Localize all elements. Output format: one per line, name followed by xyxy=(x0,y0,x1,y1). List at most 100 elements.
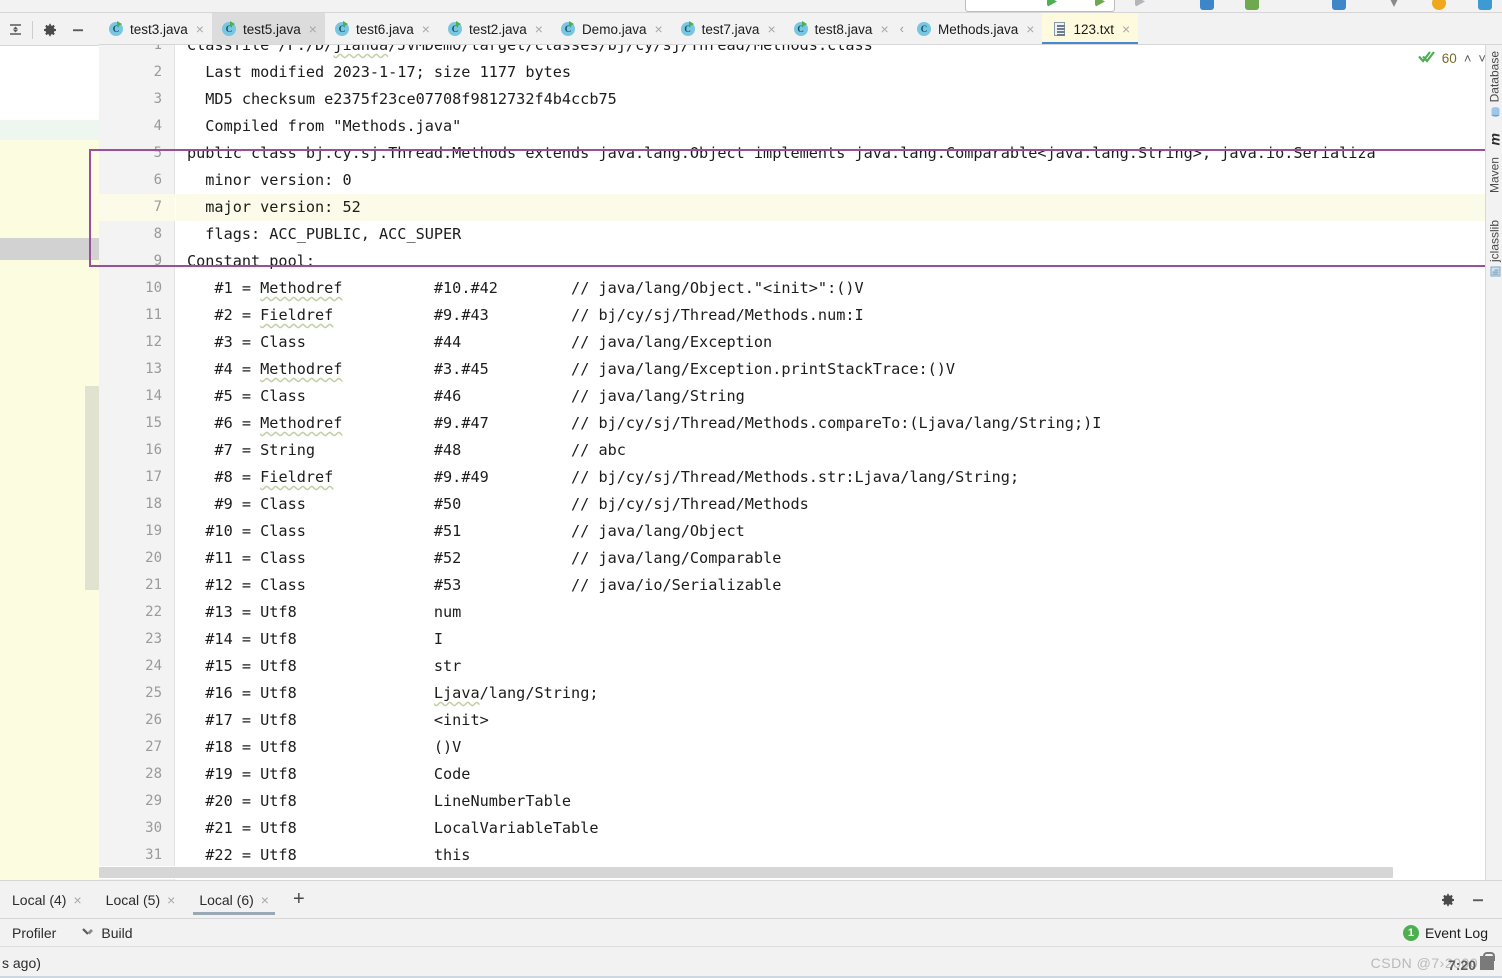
panel-scroll-thumb[interactable] xyxy=(85,386,99,590)
line-number[interactable]: 13 xyxy=(102,356,162,383)
line-number[interactable]: 10 xyxy=(102,275,162,302)
line-number[interactable]: 14 xyxy=(102,383,162,410)
code-line[interactable]: #14 = Utf8 I xyxy=(187,626,443,653)
code-line[interactable]: #13 = Utf8 num xyxy=(187,599,461,626)
line-number[interactable]: 16 xyxy=(102,437,162,464)
tab-close-icon[interactable]: × xyxy=(654,22,662,36)
code-line[interactable]: #15 = Utf8 str xyxy=(187,653,461,680)
code-line[interactable]: #4 = Methodref #3.#45 // java/lang/Excep… xyxy=(187,356,955,383)
code-line[interactable]: #22 = Utf8 this xyxy=(187,842,470,869)
tab-close-icon[interactable]: × xyxy=(880,22,888,36)
editor-tab-test5-java[interactable]: C test5.java × xyxy=(211,13,325,44)
code-line[interactable]: public class bj.cy.sj.Thread.Methods ext… xyxy=(187,140,1376,167)
code-line[interactable]: major version: 52 xyxy=(187,194,360,221)
line-number[interactable]: 2 xyxy=(102,59,162,86)
warning-icon[interactable] xyxy=(1432,0,1446,10)
code-line[interactable]: flags: ACC_PUBLIC, ACC_SUPER xyxy=(187,221,461,248)
code-line[interactable]: MD5 checksum e2375f23ce07708f9812732f4b4… xyxy=(187,86,616,113)
run-tab-close-icon[interactable]: × xyxy=(167,892,175,908)
code-line[interactable]: #20 = Utf8 LineNumberTable xyxy=(187,788,571,815)
code-line[interactable]: #11 = Class #52 // java/lang/Comparable xyxy=(187,545,781,572)
profile-icon[interactable] xyxy=(1245,0,1259,10)
line-number[interactable]: 3 xyxy=(102,86,162,113)
code-line[interactable]: #9 = Class #50 // bj/cy/sj/Thread/Method… xyxy=(187,491,808,518)
line-number[interactable]: 21 xyxy=(102,572,162,599)
code-line[interactable]: #7 = String #48 // abc xyxy=(187,437,625,464)
code-line[interactable]: #12 = Class #53 // java/io/Serializable xyxy=(187,572,781,599)
editor-tab-123-txt[interactable]: 123.txt × xyxy=(1042,13,1139,44)
lock-icon[interactable] xyxy=(1480,951,1495,970)
code-line[interactable]: Classfile /F:/D/jianda/JVMDemo/target/cl… xyxy=(187,45,873,59)
code-line[interactable]: #6 = Methodref #9.#47 // bj/cy/sj/Thread… xyxy=(187,410,1101,437)
line-number[interactable]: 1 xyxy=(102,45,162,59)
code-line[interactable]: #18 = Utf8 ()V xyxy=(187,734,461,761)
line-number[interactable]: 22 xyxy=(102,599,162,626)
line-number[interactable]: 30 xyxy=(102,815,162,842)
event-log-button[interactable]: 1 Event Log xyxy=(1402,925,1502,941)
minimize-icon[interactable] xyxy=(67,19,89,41)
tab-close-icon[interactable]: × xyxy=(196,22,204,36)
code-content[interactable]: Classfile /F:/D/jianda/JVMDemo/target/cl… xyxy=(176,45,1502,880)
horizontal-scroll-thumb[interactable] xyxy=(99,867,1393,878)
line-number[interactable]: 8 xyxy=(102,221,162,248)
line-number[interactable]: 23 xyxy=(102,626,162,653)
line-number[interactable]: 26 xyxy=(102,707,162,734)
tool-stripe-maven[interactable]: Maven xyxy=(1486,155,1502,195)
code-line[interactable]: #19 = Utf8 Code xyxy=(187,761,470,788)
editor-tab-test8-java[interactable]: C test8.java × xyxy=(783,13,897,44)
tool-stripe-maven-m[interactable]: m xyxy=(1486,131,1502,147)
code-line[interactable]: #21 = Utf8 LocalVariableTable xyxy=(187,815,598,842)
collapse-all-icon[interactable] xyxy=(4,19,26,41)
search-field[interactable] xyxy=(965,0,1115,12)
line-number[interactable]: 28 xyxy=(102,761,162,788)
line-number[interactable]: 4 xyxy=(102,113,162,140)
editor-tab-test6-java[interactable]: C test6.java × xyxy=(324,13,438,44)
code-line[interactable]: #8 = Fieldref #9.#49 // bj/cy/sj/Thread/… xyxy=(187,464,1019,491)
search-everywhere-icon[interactable] xyxy=(1332,0,1346,10)
line-number[interactable]: 6 xyxy=(102,167,162,194)
code-line[interactable]: #17 = Utf8 <init> xyxy=(187,707,488,734)
line-number[interactable]: 9 xyxy=(102,248,162,275)
run-tab-local-5[interactable]: Local (5) × xyxy=(94,881,188,918)
editor-tab-methods-java[interactable]: C Methods.java × xyxy=(906,13,1043,44)
line-number[interactable]: 24 xyxy=(102,653,162,680)
code-line[interactable]: #5 = Class #46 // java/lang/String xyxy=(187,383,744,410)
code-line[interactable]: Last modified 2023-1-17; size 1177 bytes xyxy=(187,59,571,86)
line-number[interactable]: 27 xyxy=(102,734,162,761)
gear-icon[interactable] xyxy=(1440,892,1456,908)
line-number[interactable]: 15 xyxy=(102,410,162,437)
code-line[interactable]: #10 = Class #51 // java/lang/Object xyxy=(187,518,744,545)
code-line[interactable]: Constant pool: xyxy=(187,248,315,275)
editor-tab-test2-java[interactable]: C test2.java × xyxy=(437,13,551,44)
add-run-tab-icon[interactable]: + xyxy=(281,881,317,918)
settings-icon[interactable] xyxy=(1478,0,1492,10)
chevron-down-icon[interactable] xyxy=(1390,0,1398,7)
editor-tab-test7-java[interactable]: C test7.java × xyxy=(670,13,784,44)
status-build[interactable]: Build xyxy=(68,925,144,941)
debug-icon[interactable] xyxy=(1200,0,1214,10)
line-number[interactable]: 5 xyxy=(102,140,162,167)
run-tab-local-4[interactable]: Local (4) × xyxy=(0,881,94,918)
line-number[interactable]: 12 xyxy=(102,329,162,356)
tab-close-icon[interactable]: × xyxy=(767,22,775,36)
editor-horizontal-scrollbar[interactable] xyxy=(99,866,1485,879)
run-with-coverage-icon[interactable] xyxy=(1135,0,1145,7)
line-number[interactable]: 20 xyxy=(102,545,162,572)
editor-tab-demo-java[interactable]: C Demo.java × xyxy=(550,13,671,44)
run-tab-local-6[interactable]: Local (6) × xyxy=(187,881,281,918)
line-number[interactable]: 18 xyxy=(102,491,162,518)
code-editor[interactable]: 1 2 3 4 5 6 7 8 9 10 11 12 13 14 15 16 17 18 19 20 21 22 23 24 2… xyxy=(99,45,1502,880)
line-number[interactable]: 31 xyxy=(102,842,162,869)
run-tab-close-icon[interactable]: × xyxy=(73,892,81,908)
tool-stripe-jclasslib[interactable]: jclasslib xyxy=(1486,218,1502,279)
inspection-widget[interactable]: 60 ˄ ˅ xyxy=(1417,50,1486,67)
code-line[interactable]: Compiled from "Methods.java" xyxy=(187,113,461,140)
tab-overflow-chevron-icon[interactable]: ‹ xyxy=(897,13,907,44)
code-line[interactable]: #1 = Methodref #10.#42 // java/lang/Obje… xyxy=(187,275,863,302)
code-line[interactable]: #3 = Class #44 // java/lang/Exception xyxy=(187,329,772,356)
previous-problem-icon[interactable]: ˄ xyxy=(1464,51,1472,66)
code-line[interactable]: minor version: 0 xyxy=(187,167,351,194)
tab-close-icon[interactable]: × xyxy=(1026,22,1034,36)
code-line[interactable]: #16 = Utf8 Ljava/lang/String; xyxy=(187,680,598,707)
minimize-icon[interactable] xyxy=(1470,892,1486,908)
